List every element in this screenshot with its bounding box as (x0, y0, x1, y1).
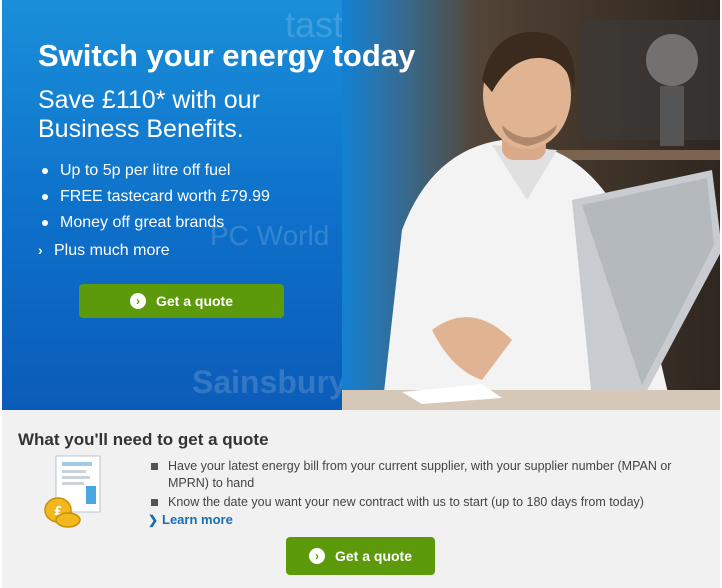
get-a-quote-label: Get a quote (334, 548, 412, 564)
bullet-icon (42, 220, 48, 226)
get-a-quote-label: Get a quote (155, 293, 233, 309)
benefit-item-tastecard: FREE tastecard worth £79.99 (40, 184, 270, 210)
documents-coins-icon: £ (44, 455, 101, 528)
bullet-icon (42, 168, 48, 174)
get-a-quote-button-bottom[interactable]: › Get a quote (286, 537, 435, 575)
get-a-quote-button-hero[interactable]: › Get a quote (79, 284, 284, 318)
learn-more-label: Learn more (162, 512, 233, 527)
benefit-label: Money off great brands (60, 214, 225, 231)
hero-subtitle: Save £110* with our Business Benefits. (38, 86, 260, 143)
benefit-item-brands: Money off great brands (40, 210, 270, 236)
benefit-label: Up to 5p per litre off fuel (60, 162, 231, 179)
requirement-item-start-date: Know the date you want your new contract… (148, 494, 708, 511)
requirements-list: Have your latest energy bill from your c… (148, 458, 708, 513)
chevron-right-icon: ❯ (148, 513, 159, 527)
learn-more-link[interactable]: ❯ Learn more (148, 512, 233, 527)
quote-section-heading: What you'll need to get a quote (18, 430, 269, 449)
benefit-item-fuel: Up to 5p per litre off fuel (40, 158, 270, 184)
requirement-text: Know the date you want your new contract… (168, 495, 644, 509)
square-bullet-icon (151, 463, 158, 470)
hero-banner: tastecard PC World Sainsbury's (2, 0, 720, 410)
bullet-icon (42, 194, 48, 200)
chevron-circle-right-icon: › (308, 548, 325, 564)
benefits-list: Up to 5p per litre off fuel FREE tasteca… (40, 158, 270, 236)
hero-title: Switch your energy today (38, 38, 416, 73)
requirement-text: Have your latest energy bill from your c… (168, 459, 672, 490)
chevron-right-icon: › (38, 242, 43, 258)
plus-much-more-label: Plus much more (54, 242, 170, 259)
plus-much-more-link[interactable]: › Plus much more (38, 242, 170, 260)
requirement-item-energy-bill: Have your latest energy bill from your c… (148, 458, 708, 492)
benefit-label: FREE tastecard worth £79.99 (60, 188, 270, 205)
chevron-circle-right-icon: › (129, 293, 146, 309)
square-bullet-icon (151, 499, 158, 506)
